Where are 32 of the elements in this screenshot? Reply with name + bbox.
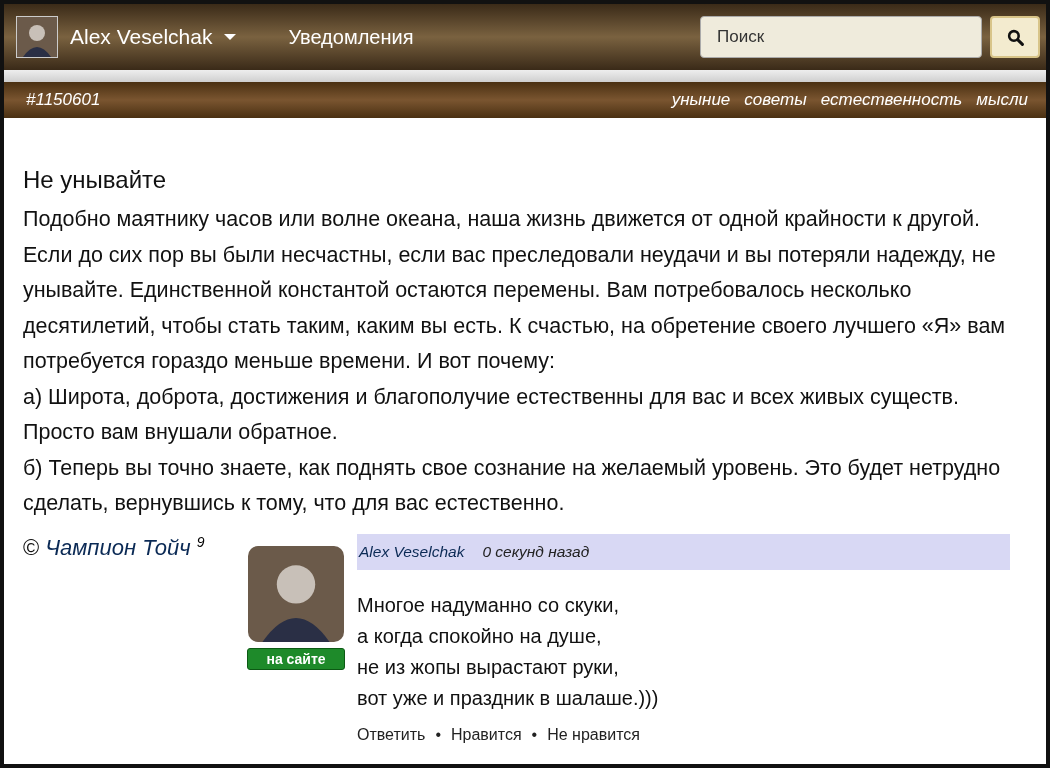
comment-text-line: вот уже и праздник в шалаше.))) — [357, 685, 660, 711]
search-button[interactable] — [990, 16, 1040, 58]
author-post-count: 9 — [196, 533, 205, 550]
online-badge: на сайте — [247, 647, 345, 670]
author-link[interactable]: Чампион Тойч — [45, 534, 191, 560]
search-field[interactable]: Поиск — [700, 16, 982, 58]
post-title: Не унывайте — [23, 166, 168, 194]
comment-text-line: Многое надуманно со скуки, — [357, 592, 621, 618]
tag-link[interactable]: естественность — [820, 90, 963, 110]
user-menu[interactable]: Alex Veselchak — [16, 16, 237, 58]
comment-text-line: не из жопы вырастают руки, — [357, 654, 620, 680]
comment-action-link[interactable]: Нравится — [451, 725, 522, 744]
tag-link[interactable]: мысли — [976, 90, 1028, 110]
copyright-sign: © — [23, 534, 40, 560]
post-paragraph: а) Широта, доброта, достижения и благополучие естественны для вас и всех живых существ. Просто вам внушали обратное. — [23, 383, 960, 446]
comment-action-link[interactable]: Ответить — [357, 725, 426, 744]
notifications-link[interactable]: Уведомления — [288, 25, 414, 49]
comment-time: 0 секунд назад — [482, 542, 590, 561]
post-paragraph: б) Теперь вы точно знаете, как поднять свое сознание на желаемый уровень. Это будет нетрудно сделать, вернувшись к тому, что для вас естественно. — [23, 454, 1002, 517]
tag-link[interactable]: уныние — [671, 90, 731, 110]
comment-author-link[interactable]: Alex Veselchak — [359, 542, 465, 561]
post-id: #1150601 — [26, 90, 101, 110]
comment-action-link[interactable]: Не нравится — [547, 725, 640, 744]
separator-dot: • — [435, 725, 441, 744]
avatar-silhouette-icon — [16, 16, 58, 58]
caret-icon — [224, 34, 237, 40]
separator-dot: • — [531, 725, 538, 744]
search-icon — [1006, 28, 1024, 46]
avatar-silhouette-icon — [248, 545, 344, 642]
comment-text-line: а когда спокойно на душе, — [357, 623, 603, 649]
tag-link[interactable]: советы — [744, 90, 807, 110]
post-paragraph: Подобно маятнику часов или волне океана, наша жизнь движется от одной крайности к другой. Если до сих пор вы были несчастны, если вас преследовали неудачи и вы потеряли надежду, не унывайте. Единственной константой остаются перемены. Вам потребовалось несколько десятилетий, чтобы стать таким, каким вы есть. К счастью, на обретение своего лучшего «Я» вам потребуется гораздо меньше времени. И вот почему: — [23, 206, 1007, 375]
